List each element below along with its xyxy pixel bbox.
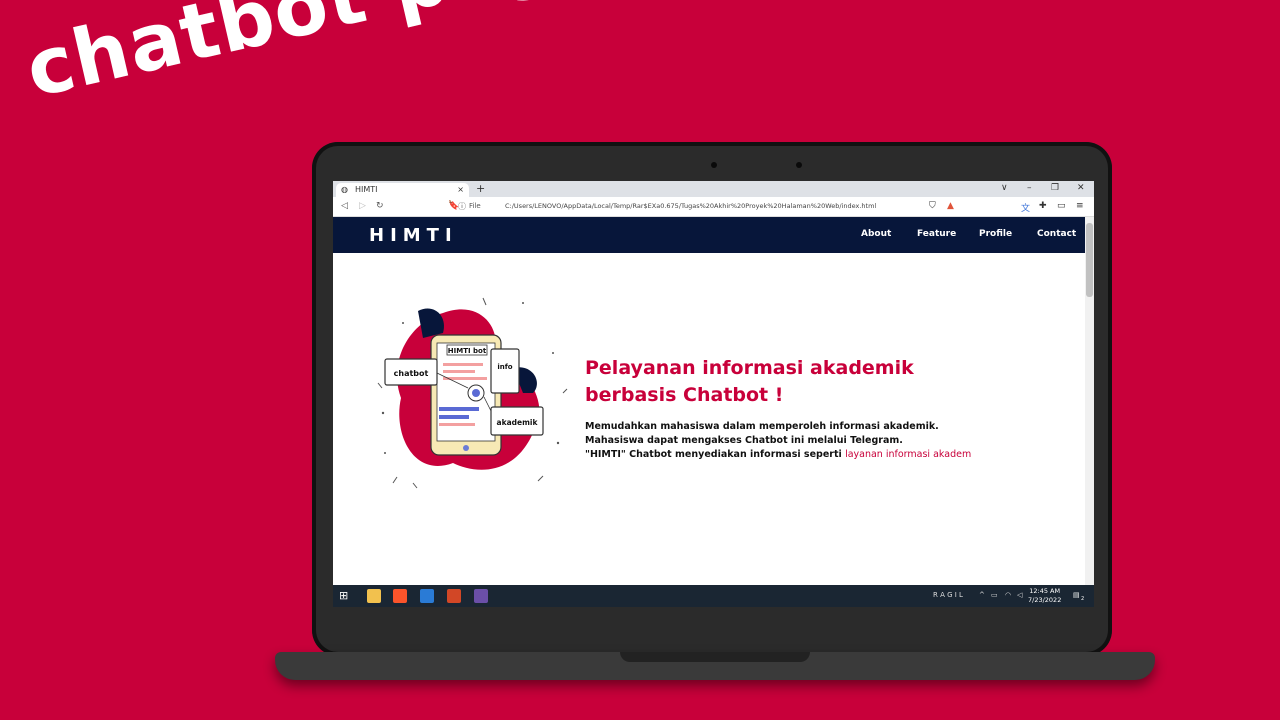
screen-line-3 [443, 377, 487, 380]
close-window-button[interactable]: ✕ [1077, 183, 1085, 193]
brave-browser-icon[interactable] [393, 589, 407, 603]
webpage: HIMTI About Feature Profile Contact HIMT… [333, 217, 1085, 585]
desc-line-2: Mahasiswa dapat mengakses Chatbot ini me… [585, 435, 903, 446]
url-scheme-label: File [469, 202, 481, 210]
translate-icon[interactable]: 文 [1021, 201, 1030, 214]
keyboard-indicator: R A G I L [933, 591, 963, 599]
hero-description: Memudahkan mahasiswa dalam memperoleh in… [585, 420, 1075, 462]
desc-line-1: Memudahkan mahasiswa dalam memperoleh in… [585, 421, 939, 432]
maximize-button[interactable]: ❐ [1051, 183, 1059, 193]
nav-about[interactable]: About [861, 229, 891, 239]
minimize-button[interactable]: – [1027, 183, 1032, 193]
hero-heading-line-1: Pelayanan informasi akademik [585, 357, 914, 379]
site-logo[interactable]: HIMTI [369, 225, 458, 246]
screen-bar-2 [439, 415, 469, 419]
site-navbar: HIMTI About Feature Profile Contact [333, 217, 1085, 253]
app-icon[interactable] [474, 589, 488, 603]
phone-screen [436, 342, 496, 442]
brave-rewards-icon[interactable]: ▲ [947, 201, 954, 211]
scrollbar-thumb[interactable] [1086, 223, 1093, 297]
taskbar-clock[interactable]: 12:45 AM 7/23/2022 [1028, 587, 1061, 605]
extensions-icon[interactable]: ✚ [1039, 201, 1047, 211]
webcam-icon [711, 162, 717, 168]
laptop-base [275, 652, 1155, 680]
notification-count: 2 [1081, 596, 1085, 602]
screen-bar-1 [439, 407, 479, 411]
chatbot-card-label: chatbot [394, 369, 429, 378]
browser-tab[interactable]: ◍ HIMTI × [336, 183, 469, 197]
nav-feature[interactable]: Feature [917, 229, 956, 239]
screen-line-2 [443, 370, 475, 373]
nav-contact[interactable]: Contact [1037, 229, 1076, 239]
screen-line-1 [443, 363, 483, 366]
menu-icon[interactable]: ≡ [1076, 201, 1084, 211]
back-icon[interactable]: ◁ [341, 201, 348, 211]
new-tab-button[interactable]: + [476, 182, 485, 195]
globe-icon: ◍ [341, 185, 348, 194]
hero-heading-line-2: berbasis Chatbot ! [585, 384, 784, 406]
akademik-card-label: akademik [497, 418, 539, 427]
info-card [490, 348, 520, 394]
address-input[interactable]: C:/Users/LENOVO/AppData/Local/Temp/Rar$E… [505, 200, 945, 213]
hero-heading: Pelayanan informasi akademik berbasis Ch… [585, 355, 985, 409]
tab-title: HIMTI [355, 185, 378, 194]
shield-icon[interactable]: ⛉ [929, 201, 936, 211]
vscode-icon[interactable] [420, 589, 434, 603]
clock-date: 7/23/2022 [1028, 596, 1062, 604]
phone-title: HIMTI bot [448, 347, 487, 355]
powerpoint-icon[interactable] [447, 589, 461, 603]
wifi-icon[interactable]: ◠ [1005, 591, 1011, 599]
page-scrollbar[interactable] [1085, 217, 1094, 585]
windows-start-icon[interactable]: ⊞ [339, 589, 353, 603]
desc-line-3: "HIMTI" Chatbot menyediakan informasi se… [585, 448, 1075, 462]
file-explorer-icon[interactable] [367, 589, 381, 603]
tab-search-icon[interactable]: ∨ [1001, 183, 1008, 193]
sidebar-icon[interactable]: ▭ [1057, 201, 1066, 211]
tab-close-icon[interactable]: × [457, 183, 464, 197]
nav-profile[interactable]: Profile [979, 229, 1012, 239]
info-card-label: info [497, 363, 512, 371]
laptop-notch [620, 652, 810, 662]
tray-expand-icon[interactable]: ^ [979, 591, 985, 599]
volume-icon[interactable]: ◁ [1017, 591, 1022, 599]
info-icon[interactable]: ⓘ [458, 200, 466, 213]
browser-tab-bar: ◍ HIMTI × + ∨ – ❐ ✕ [333, 181, 1094, 197]
sensor-icon [796, 162, 802, 168]
typing-highlight: layanan informasi akadem [845, 449, 972, 460]
laptop-screen: ◍ HIMTI × + ∨ – ❐ ✕ ◁ ▷ ↻ 🔖 ⓘ File C:/Us… [333, 181, 1094, 607]
notification-icon[interactable]: ▤ [1073, 591, 1080, 599]
windows-taskbar: ⊞ R A G I L ^ ▭ ◠ ◁ 12:45 AM 7/23/2022 ▤… [333, 585, 1094, 607]
browser-toolbar: ◁ ▷ ↻ 🔖 ⓘ File C:/Users/LENOVO/AppData/L… [333, 197, 1094, 217]
target-dot [472, 389, 480, 397]
battery-icon[interactable]: ▭ [991, 591, 998, 599]
clock-time: 12:45 AM [1029, 587, 1061, 595]
chatbot-illustration: HIMTI bot chatbot info akademik [377, 297, 568, 489]
reload-icon[interactable]: ↻ [376, 201, 384, 211]
forward-icon[interactable]: ▷ [359, 201, 366, 211]
phone-home-button [463, 445, 469, 451]
chatbot-page-headline: chatbot page [18, 0, 618, 116]
desc-line-3-prefix: "HIMTI" Chatbot menyediakan informasi se… [585, 449, 846, 460]
screen-line-4 [439, 423, 475, 426]
